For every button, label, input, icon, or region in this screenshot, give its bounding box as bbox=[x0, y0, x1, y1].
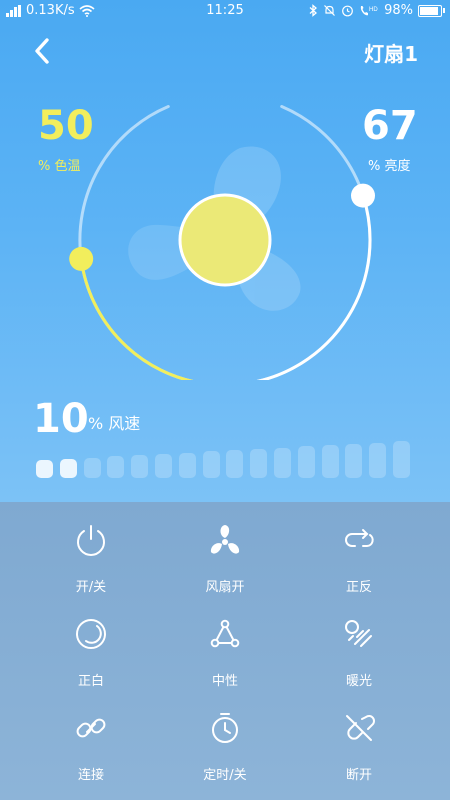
reverse-button[interactable]: 正反 bbox=[284, 510, 434, 600]
warm-light-icon bbox=[345, 620, 372, 647]
back-button[interactable] bbox=[28, 36, 58, 66]
fan-speed-value: 10 bbox=[33, 396, 89, 442]
fan-speed-segment[interactable] bbox=[59, 458, 77, 478]
fan-speed-segment[interactable] bbox=[321, 445, 339, 478]
triangle-nodes-icon bbox=[210, 619, 240, 648]
fan-speed-segment[interactable] bbox=[83, 457, 101, 478]
connect-label: 连接 bbox=[77, 768, 104, 783]
power-label: 开/关 bbox=[75, 580, 107, 595]
center-light-disc[interactable] bbox=[178, 193, 272, 287]
fan-speed-segment[interactable] bbox=[107, 456, 125, 478]
fan-speed-segment[interactable] bbox=[250, 448, 268, 478]
timer-icon bbox=[212, 713, 238, 743]
fan-speed-segment[interactable] bbox=[36, 460, 53, 478]
status-bar: 0.13K/s 11:25 HD 98% bbox=[0, 0, 450, 24]
device-title: 灯扇1 bbox=[364, 42, 418, 66]
alarm-icon bbox=[342, 5, 353, 17]
phone-hd-icon: HD bbox=[360, 6, 378, 16]
hd-label: HD bbox=[369, 7, 378, 13]
fan-icon bbox=[210, 525, 240, 554]
bluetooth-icon bbox=[309, 4, 318, 17]
power-icon bbox=[77, 525, 105, 556]
color-temperature-fill bbox=[79, 257, 194, 380]
neutral-light-label: 中性 bbox=[211, 674, 238, 689]
fan-speed-label: % 风速 bbox=[88, 414, 141, 433]
fan-speed-segment[interactable] bbox=[393, 441, 410, 478]
timer-label: 定时/关 bbox=[203, 768, 247, 783]
disconnect-label: 断开 bbox=[345, 768, 372, 783]
chevron-left-icon bbox=[35, 38, 49, 64]
reverse-label: 正反 bbox=[345, 580, 372, 595]
fan-label: 风扇开 bbox=[205, 580, 245, 595]
moon-icon bbox=[76, 619, 106, 649]
reverse-icon bbox=[345, 529, 374, 547]
fan-speed-segment[interactable] bbox=[131, 455, 149, 478]
fan-speed-segment[interactable] bbox=[155, 453, 172, 478]
battery-percent: 98% bbox=[384, 3, 413, 18]
fan-button[interactable]: 风扇开 bbox=[150, 510, 300, 600]
neutral-light-button[interactable]: 中性 bbox=[150, 604, 300, 694]
fan-speed-segment[interactable] bbox=[345, 443, 363, 478]
connect-button[interactable]: 连接 bbox=[16, 698, 166, 788]
color-temperature-handle[interactable] bbox=[69, 246, 94, 271]
disconnect-button[interactable]: 断开 bbox=[284, 698, 434, 788]
status-right: HD 98% bbox=[309, 3, 445, 18]
battery-fill bbox=[420, 6, 438, 15]
unlink-icon bbox=[346, 715, 375, 741]
warm-light-button[interactable]: 暖光 bbox=[284, 604, 434, 694]
link-icon bbox=[76, 718, 106, 738]
white-light-label: 正白 bbox=[77, 674, 104, 689]
fan-speed-segment[interactable] bbox=[297, 446, 315, 478]
brightness-handle[interactable] bbox=[351, 183, 375, 208]
mute-bell-icon bbox=[324, 5, 336, 16]
fan-speed-slider[interactable] bbox=[36, 440, 416, 480]
power-button[interactable]: 开/关 bbox=[16, 510, 166, 600]
white-light-button[interactable]: 正白 bbox=[16, 604, 166, 694]
timer-button[interactable]: 定时/关 bbox=[150, 698, 300, 788]
light-fan-dial bbox=[69, 105, 375, 380]
battery-icon bbox=[418, 4, 445, 17]
fan-speed-segment[interactable] bbox=[178, 452, 196, 478]
fan-speed-segment[interactable] bbox=[202, 451, 220, 478]
fan-speed-segment[interactable] bbox=[274, 447, 291, 478]
warm-light-label: 暖光 bbox=[345, 674, 372, 689]
fan-speed-segment[interactable] bbox=[226, 450, 244, 478]
fan-speed-segment[interactable] bbox=[369, 442, 387, 478]
